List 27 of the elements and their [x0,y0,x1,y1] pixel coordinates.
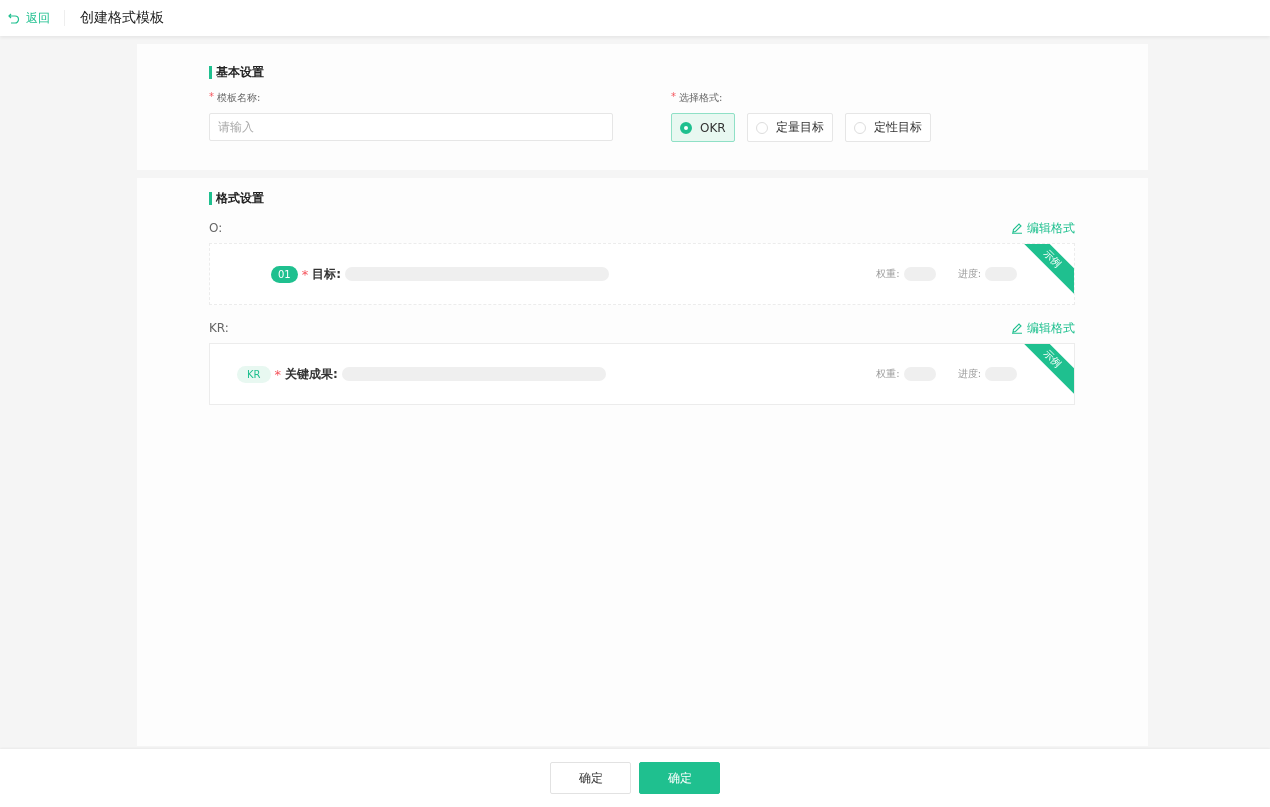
pencil-icon [1011,222,1023,234]
weight-label: 权重: [876,267,900,281]
required-mark: * [209,91,214,104]
confirm-button[interactable]: 确定 [550,762,631,794]
required-mark: * [671,91,676,104]
section-title: 基本设置 [209,66,1075,79]
format-radio-option[interactable]: 定性目标 [844,113,931,142]
required-mark: * [274,366,281,382]
field-label: 关键成果: [285,365,338,383]
template-name-input[interactable]: 请输入 [209,113,613,141]
index-badge: 01 [271,265,298,283]
page-title: 创建格式模板 [80,9,164,27]
weight-label: 权重: [876,367,900,381]
progress-label: 进度: [957,267,981,281]
format-radio-option[interactable]: OKR [671,113,735,142]
block-label: KR: [209,321,229,335]
progress-label: 进度: [957,367,981,381]
field-label: 目标: [312,265,342,283]
required-mark: * [301,266,309,282]
kr-tag: KR [237,365,271,383]
field-label: 选择格式: [679,91,723,105]
format-radio-option[interactable]: 定量目标 [746,113,833,142]
section-title: 格式设置 [209,192,1075,205]
block-label: O: [209,221,223,235]
field-label: 模板名称: [217,91,261,105]
undo-icon [8,12,20,24]
pencil-icon [1011,322,1023,334]
